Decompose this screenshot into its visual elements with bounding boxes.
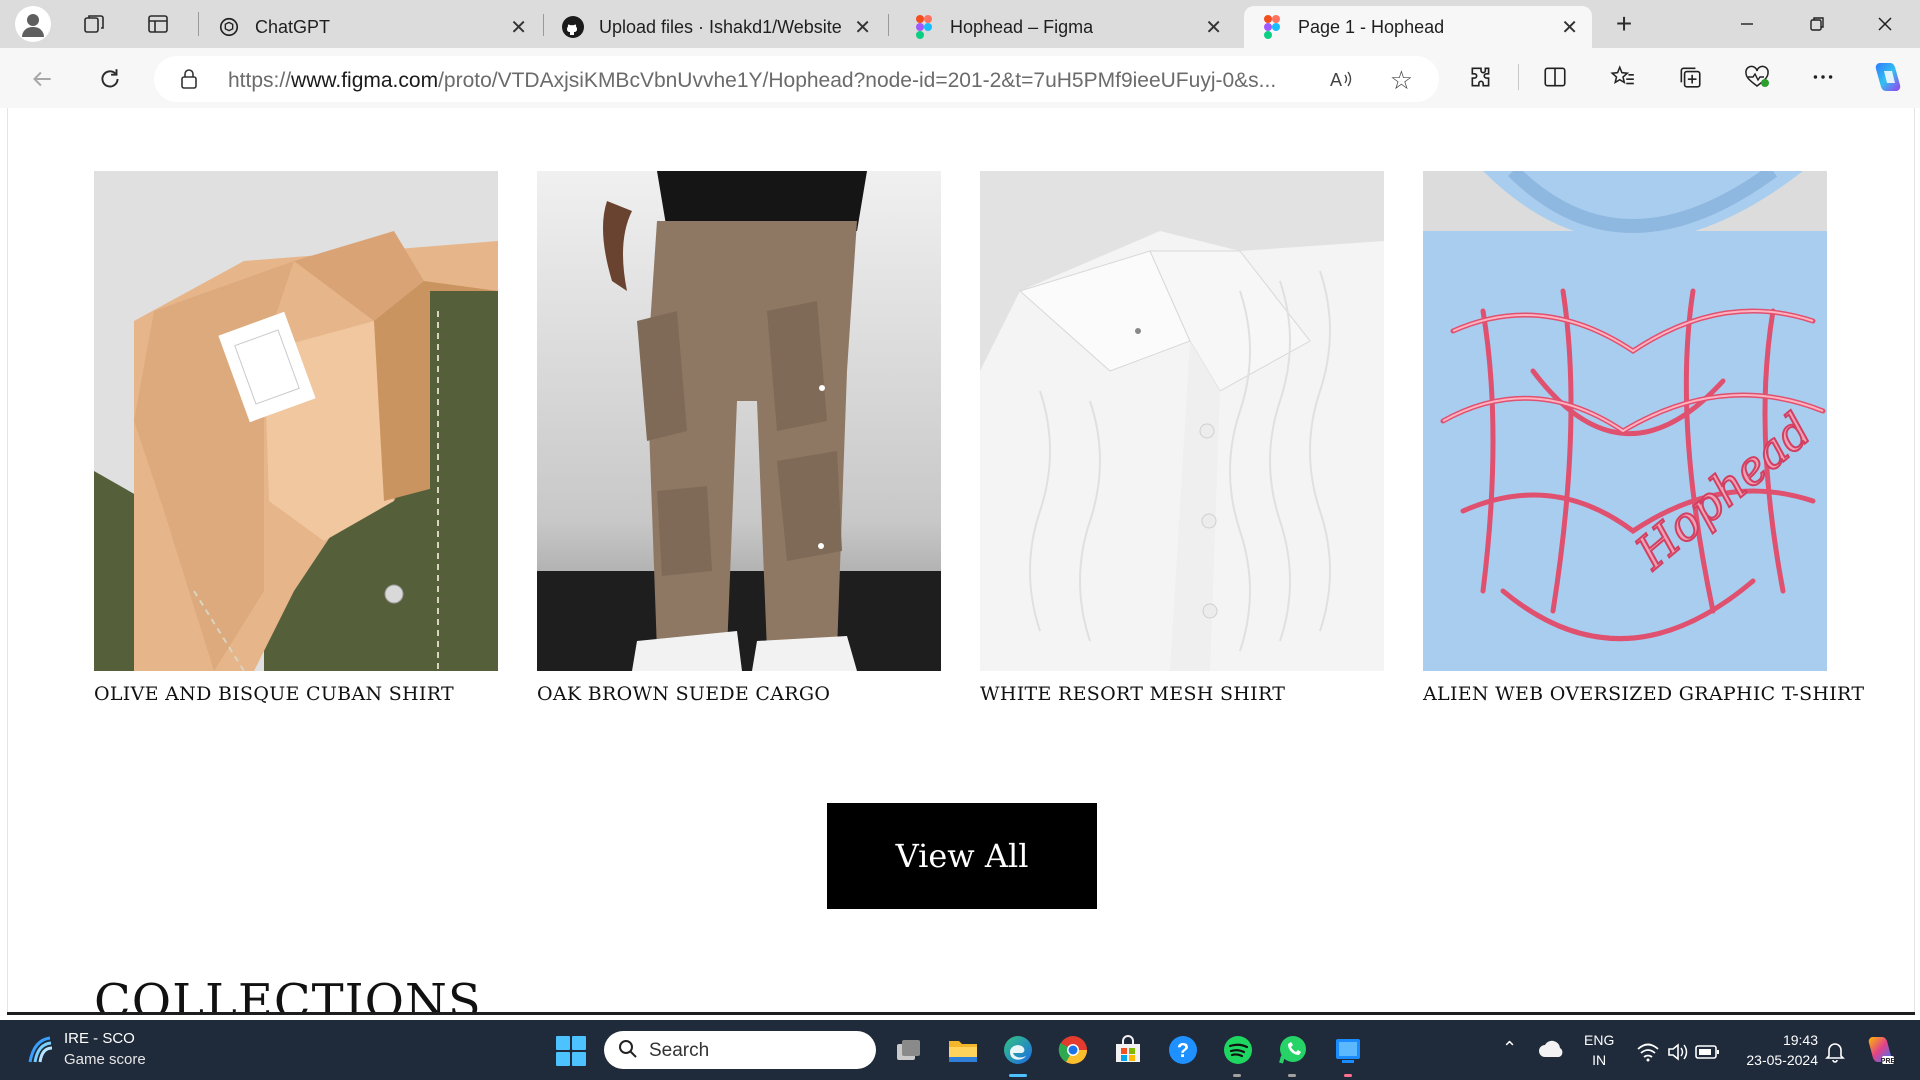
workspaces-icon[interactable] bbox=[81, 11, 107, 37]
close-tab-icon[interactable]: ✕ bbox=[854, 15, 871, 40]
close-tab-icon[interactable]: ✕ bbox=[510, 15, 527, 40]
tab-label: Upload files · Ishakd1/Website bbox=[599, 16, 842, 37]
close-tab-icon[interactable]: ✕ bbox=[1205, 15, 1222, 40]
chatgpt-icon bbox=[217, 15, 241, 39]
new-tab-button[interactable]: + bbox=[1611, 8, 1637, 39]
product-image-olive-shirt[interactable] bbox=[94, 171, 498, 671]
tab-label: Hophead – Figma bbox=[950, 16, 1094, 37]
url-text[interactable]: https://www.figma.com/proto/VTDAxjsiKMBc… bbox=[228, 69, 1308, 93]
extensions-icon[interactable] bbox=[1466, 62, 1496, 92]
figma-icon bbox=[1260, 15, 1284, 39]
spotify-icon[interactable] bbox=[1220, 1032, 1256, 1068]
figma-icon bbox=[912, 15, 936, 39]
product-card[interactable]: Hophead ALIEN WEB OVERSIZED GRAPHIC T-SH… bbox=[1423, 171, 1864, 705]
product-image-white-shirt[interactable] bbox=[980, 171, 1384, 671]
onedrive-icon[interactable] bbox=[1536, 1034, 1568, 1064]
more-options-icon[interactable] bbox=[1808, 62, 1838, 92]
minimize-button[interactable] bbox=[1712, 0, 1782, 48]
refresh-button[interactable] bbox=[95, 64, 125, 94]
view-all-button[interactable]: View All bbox=[827, 803, 1097, 909]
product-name[interactable]: WHITE RESORT MESH SHIRT bbox=[980, 683, 1384, 705]
edge-browser-icon[interactable] bbox=[1000, 1032, 1036, 1068]
weather-title: IRE - SCO bbox=[64, 1030, 135, 1047]
product-name[interactable]: ALIEN WEB OVERSIZED GRAPHIC T-SHIRT bbox=[1423, 683, 1864, 705]
tab-github-upload[interactable]: Upload files · Ishakd1/Website ✕ bbox=[545, 6, 885, 48]
search-placeholder: Search bbox=[649, 1040, 710, 1061]
clock-date: 23-05-2024 bbox=[1746, 1052, 1818, 1068]
svg-text:A: A bbox=[1330, 70, 1342, 90]
tab-label: ChatGPT bbox=[255, 16, 331, 37]
show-hidden-icons[interactable]: ⌃ bbox=[1502, 1038, 1517, 1059]
battery-icon[interactable] bbox=[1690, 1034, 1726, 1070]
collections-icon[interactable] bbox=[1675, 62, 1705, 92]
product-name[interactable]: OLIVE AND BISQUE CUBAN SHIRT bbox=[94, 683, 498, 705]
restore-button[interactable] bbox=[1782, 0, 1852, 48]
tab-actions-icon[interactable] bbox=[145, 11, 171, 37]
tab-label: Page 1 - Hophead bbox=[1298, 16, 1445, 37]
file-explorer-icon[interactable] bbox=[945, 1032, 981, 1068]
favorites-icon[interactable] bbox=[1608, 62, 1638, 92]
chrome-icon[interactable] bbox=[1055, 1032, 1091, 1068]
browser-titlebar: ChatGPT ✕ Upload files · Ishakd1/Website… bbox=[0, 0, 1920, 48]
lock-icon[interactable] bbox=[180, 69, 198, 89]
page-divider bbox=[7, 1012, 1915, 1015]
taskbar-app-icon[interactable] bbox=[1330, 1032, 1366, 1068]
github-icon bbox=[561, 15, 585, 39]
split-screen-icon[interactable] bbox=[1540, 62, 1570, 92]
svg-text:PRE: PRE bbox=[1881, 1058, 1896, 1065]
task-view-icon[interactable] bbox=[890, 1032, 926, 1068]
cricket-score-icon bbox=[28, 1036, 53, 1063]
profile-avatar[interactable] bbox=[15, 6, 51, 42]
start-button[interactable] bbox=[556, 1036, 586, 1066]
tab-chatgpt[interactable]: ChatGPT ✕ bbox=[201, 6, 541, 48]
read-aloud-icon[interactable]: A bbox=[1329, 67, 1353, 97]
favorite-star-icon[interactable]: ☆ bbox=[1390, 65, 1413, 96]
svg-text:?: ? bbox=[1177, 1040, 1189, 1062]
copilot-icon[interactable] bbox=[1870, 59, 1906, 95]
system-clock[interactable]: 19:43 23-05-2024 bbox=[1746, 1030, 1818, 1070]
whatsapp-icon[interactable] bbox=[1275, 1032, 1311, 1068]
browser-essentials-icon[interactable] bbox=[1742, 62, 1772, 92]
collections-heading: COLLECTIONS bbox=[94, 974, 482, 1013]
address-bar[interactable]: https://www.figma.com/proto/VTDAxjsiKMBc… bbox=[154, 56, 1439, 102]
product-image-alien-tshirt[interactable]: Hophead bbox=[1423, 171, 1827, 671]
get-help-icon[interactable]: ? bbox=[1165, 1032, 1201, 1068]
microsoft-store-icon[interactable] bbox=[1110, 1032, 1146, 1068]
notifications-bell-icon[interactable] bbox=[1817, 1034, 1853, 1070]
product-card[interactable]: WHITE RESORT MESH SHIRT bbox=[980, 171, 1384, 705]
clock-time: 19:43 bbox=[1782, 1032, 1818, 1048]
product-card[interactable]: OLIVE AND BISQUE CUBAN SHIRT bbox=[94, 171, 498, 705]
close-window-button[interactable] bbox=[1850, 0, 1920, 48]
copilot-taskbar-icon[interactable]: PRE bbox=[1862, 1032, 1898, 1068]
taskbar-search[interactable]: Search bbox=[604, 1031, 876, 1069]
product-image-cargo-pants[interactable] bbox=[537, 171, 941, 671]
tab-hophead-figma[interactable]: Hophead – Figma ✕ bbox=[896, 6, 1236, 48]
windows-taskbar: IRE - SCO Game score Search ? ⌃ ENG IN 1… bbox=[0, 1020, 1920, 1080]
product-card[interactable]: OAK BROWN SUEDE CARGO bbox=[537, 171, 941, 705]
close-tab-icon[interactable]: ✕ bbox=[1561, 15, 1578, 40]
search-icon bbox=[619, 1040, 637, 1058]
language-indicator[interactable]: ENG IN bbox=[1584, 1030, 1614, 1070]
page-viewport: OLIVE AND BISQUE CUBAN SHIRT OAK BROWN S… bbox=[7, 108, 1915, 1013]
tab-page1-hophead[interactable]: Page 1 - Hophead ✕ bbox=[1244, 6, 1592, 48]
product-name[interactable]: OAK BROWN SUEDE CARGO bbox=[537, 683, 941, 705]
back-button[interactable] bbox=[27, 64, 57, 94]
weather-subtitle: Game score bbox=[64, 1051, 146, 1068]
